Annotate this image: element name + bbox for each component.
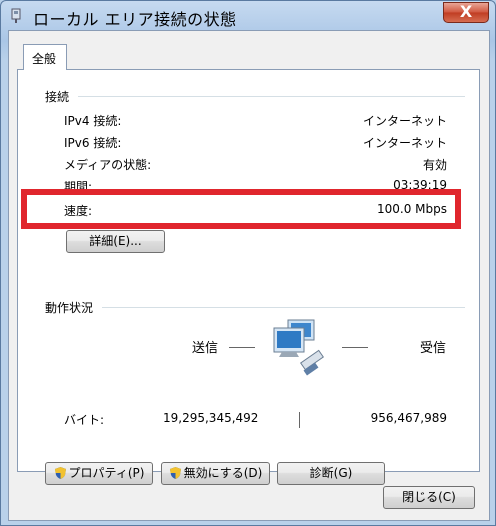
close-window-button[interactable]: X: [443, 2, 489, 23]
connection-group-header: 接続: [45, 90, 70, 104]
received-line: [342, 347, 368, 348]
speed-highlight-box: [21, 189, 461, 229]
shield-icon: [169, 467, 181, 479]
network-computers-icon: [273, 319, 325, 376]
media-state-label: メディアの状態:: [64, 158, 152, 172]
sent-label: 送信: [192, 341, 219, 356]
connector-line: [299, 412, 300, 428]
bytes-label: バイト:: [64, 413, 105, 427]
disable-button-label: 無効にする(D): [183, 466, 263, 480]
diagnose-button[interactable]: 診断(G): [277, 462, 385, 485]
title-bar[interactable]: ローカル エリア接続の状態 X: [1, 1, 495, 31]
general-tab-panel: 接続 IPv4 接続: インターネット IPv6 接続: インターネット メディ…: [17, 69, 480, 485]
ipv6-value: インターネット: [362, 136, 447, 150]
received-label: 受信: [420, 341, 447, 356]
sent-line: [229, 347, 255, 348]
ipv6-label: IPv6 接続:: [64, 136, 122, 150]
tab-general-label: 全般: [32, 52, 57, 66]
shield-icon: [54, 467, 66, 479]
media-state-value: 有効: [422, 158, 447, 172]
details-button[interactable]: 詳細(E)...: [66, 230, 165, 253]
tab-general[interactable]: 全般: [23, 44, 67, 70]
ipv4-label: IPv4 接続:: [64, 114, 122, 128]
ipv4-value: インターネット: [362, 114, 447, 128]
activity-group-header: 動作状況: [45, 301, 94, 315]
dialog-client-area: 全般 接続 IPv4 接続: インターネット IPv6 接続: インターネット …: [8, 30, 490, 521]
connection-divider: [78, 96, 465, 97]
disable-button[interactable]: 無効にする(D): [161, 462, 270, 485]
bytes-received-value: 956,467,989: [370, 411, 447, 425]
network-adapter-icon: [11, 8, 21, 23]
activity-divider: [102, 307, 465, 308]
bytes-sent-value: 19,295,345,492: [163, 411, 259, 425]
properties-button[interactable]: プロパティ(P): [45, 462, 153, 485]
dialog-window: ローカル エリア接続の状態 X 全般 接続 IPv4 接続: インターネット I…: [0, 0, 496, 526]
close-icon: X: [459, 2, 473, 21]
window-title: ローカル エリア接続の状態: [33, 10, 237, 29]
close-button[interactable]: 閉じる(C): [383, 486, 475, 509]
properties-button-label: プロパティ(P): [68, 466, 145, 480]
